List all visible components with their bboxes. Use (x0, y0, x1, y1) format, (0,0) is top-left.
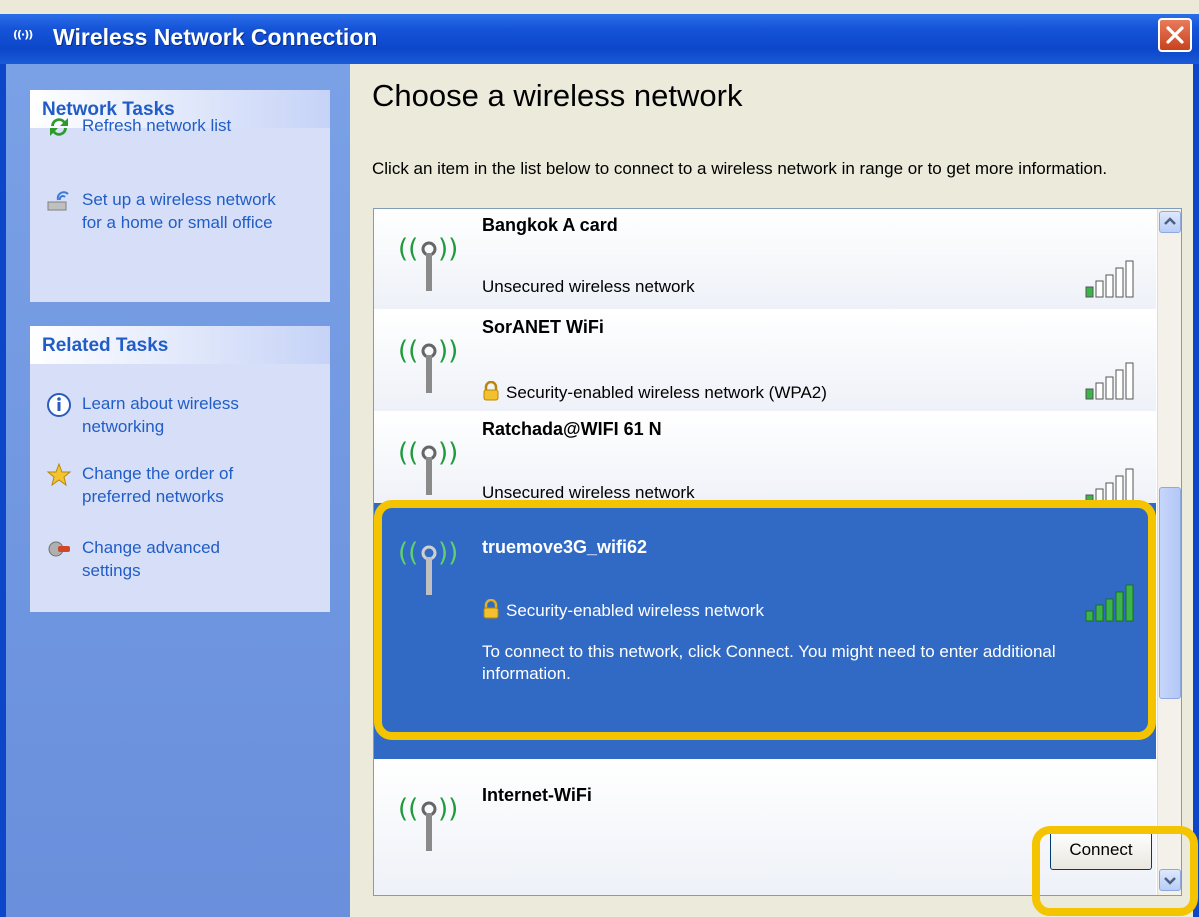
network-list-scrollbar[interactable] (1157, 209, 1181, 895)
svg-text:((: (( (398, 438, 418, 468)
related-tasks-panel: Related Tasks Learn about wireless netwo… (30, 326, 330, 612)
highlight-selected-network (374, 500, 1156, 740)
task-label: Set up a wireless network for a home or … (82, 190, 276, 232)
highlight-connect-button (1032, 826, 1198, 916)
instructions-text: Click an item in the list below to conne… (372, 159, 1108, 178)
wireless-network-icon: (( )) (398, 234, 458, 291)
scroll-thumb[interactable] (1159, 487, 1181, 699)
task-label: Refresh network list (82, 116, 232, 135)
svg-text:((: (( (398, 234, 418, 264)
title-bar[interactable]: ((·)) Wireless Network Connection (0, 14, 1199, 64)
change-advanced-settings-link[interactable]: Change advanced settings (46, 536, 326, 586)
wireless-network-connection-window: ((·)) Wireless Network Connection Networ… (0, 0, 1199, 917)
task-pane: Network Tasks Refresh network list Set u… (6, 64, 350, 917)
network-ssid: SorANET WiFi (482, 317, 604, 337)
svg-text:)): )) (438, 336, 458, 366)
network-ssid: Bangkok A card (482, 215, 618, 235)
close-icon (1166, 26, 1184, 44)
signal-strength-icon (1085, 260, 1134, 298)
scroll-up-button[interactable] (1159, 211, 1181, 233)
svg-text:)): )) (438, 438, 458, 468)
network-item-soranet-wifi[interactable]: (( )) SorANET WiFi Security-enabled wire… (374, 311, 1156, 411)
wireless-network-icon: (( )) (398, 336, 458, 393)
network-security: Unsecured wireless network (482, 277, 695, 296)
svg-text:)): )) (438, 794, 458, 824)
wireless-setup-icon (47, 191, 69, 211)
network-security-row: Security-enabled wireless network (WPA2) (482, 381, 827, 403)
task-label: Change the order of preferred networks (82, 464, 234, 506)
network-tasks-panel: Network Tasks Refresh network list Set u… (30, 90, 330, 302)
signal-strength-icon (1085, 362, 1134, 400)
refresh-icon (50, 118, 68, 136)
window-title: Wireless Network Connection (53, 24, 378, 50)
main-pane: Choose a wireless network Click an item … (350, 64, 1193, 917)
window-border-right (1193, 64, 1199, 917)
setup-wireless-network-link[interactable]: Set up a wireless network for a home or … (46, 188, 326, 238)
task-label: Change advanced settings (82, 538, 221, 580)
info-icon (47, 393, 71, 417)
refresh-network-list-link[interactable]: Refresh network list (46, 114, 326, 144)
svg-text:((: (( (398, 336, 418, 366)
page-title: Choose a wireless network (372, 78, 743, 113)
settings-icon (48, 541, 70, 557)
change-preferred-order-link[interactable]: Change the order of preferred networks (46, 462, 326, 512)
wireless-network-icon: (( )) (398, 438, 458, 495)
lock-icon (483, 381, 499, 401)
network-ssid: Ratchada@WIFI 61 N (482, 419, 662, 439)
svg-text:)): )) (438, 234, 458, 264)
close-button[interactable] (1158, 18, 1192, 52)
network-security: Security-enabled wireless network (WPA2) (506, 383, 827, 402)
task-label: Learn about wireless networking (82, 394, 239, 436)
star-icon (46, 462, 72, 487)
wireless-network-icon: (( )) (398, 794, 458, 851)
wireless-antenna-icon: ((·)) (13, 28, 33, 41)
network-item-ratchada-wifi[interactable]: (( )) Ratchada@WIFI 61 N Unsecured wirel… (374, 413, 1156, 509)
network-item-bangkok-a-card[interactable]: (( )) Bangkok A card Unsecured wireless … (374, 209, 1156, 309)
network-ssid: Internet-WiFi (482, 785, 592, 805)
svg-text:((: (( (398, 794, 418, 824)
related-tasks-header[interactable]: Related Tasks (30, 326, 330, 364)
learn-about-wireless-link[interactable]: Learn about wireless networking (46, 392, 326, 442)
chevron-up-icon (1164, 217, 1176, 225)
